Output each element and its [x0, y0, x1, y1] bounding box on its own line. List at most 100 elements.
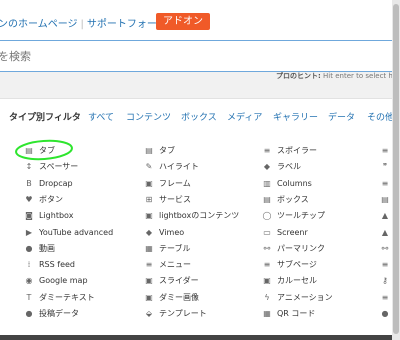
filter-content[interactable]: コンテンツ: [126, 110, 171, 123]
shortcode-label: Screenr: [277, 228, 308, 237]
youtube-icon: ▶: [25, 228, 33, 237]
homepage-link[interactable]: ンのホームページ: [0, 19, 78, 30]
filter-all[interactable]: すべて: [88, 110, 114, 123]
type-filter-bar: タイプ別フィルタ すべて コンテンツ ボックス メディア ギャラリー データ そ…: [0, 98, 400, 133]
addon-button[interactable]: アドオン: [156, 13, 210, 30]
shortcode-item[interactable]: ◉ Google map: [24, 274, 88, 288]
shortcode-item[interactable]: ✎ ハイライト: [144, 160, 199, 174]
list-icon: ≡: [381, 179, 389, 188]
video-icon: ◆: [145, 228, 153, 237]
shortcode-label: ダミー画像: [159, 293, 199, 302]
shortcode-item[interactable]: ◙ Lightbox: [24, 209, 73, 223]
image-icon: ▣: [145, 179, 153, 188]
filter-media[interactable]: メディア: [227, 110, 262, 123]
bolt-icon: ϟ: [264, 293, 270, 302]
box-icon: ▤: [381, 195, 389, 204]
filter-other[interactable]: その他: [367, 110, 394, 123]
shortcode-item[interactable]: ▣ スライダー: [144, 274, 199, 288]
search-input[interactable]: [0, 45, 396, 67]
list-icon: ≡: [381, 293, 389, 302]
shortcode-label: サブページ: [277, 260, 317, 269]
heart-icon: ♥: [25, 195, 33, 204]
shortcode-item[interactable]: ▶ YouTube advanced: [24, 226, 113, 240]
dropcap-icon: B: [26, 179, 32, 188]
shortcode-label: パーマリンク: [277, 244, 325, 253]
pro-tip: プロのヒント: Hit enter to select highlight: [276, 71, 400, 81]
bottom-edge: [0, 335, 392, 340]
shortcode-label: Dropcap: [39, 179, 73, 188]
shortcode-item[interactable]: ◆ Vimeo: [144, 226, 184, 240]
shortcode-label: YouTube advanced: [39, 228, 114, 237]
shortcode-label: メニュー: [159, 260, 191, 269]
play-icon: ●: [25, 244, 33, 253]
shortcode-item[interactable]: ● 動画: [24, 242, 56, 256]
spacer-icon: ↕: [25, 162, 33, 171]
shortcode-label: 投稿データ: [39, 309, 79, 318]
green-highlight-circle: [15, 139, 73, 161]
shortcode-label: lightboxのコンテンツ: [159, 211, 240, 220]
quote-icon: ❞: [382, 162, 388, 171]
shortcode-item[interactable]: ▤ ボックス: [262, 193, 309, 207]
shortcode-item[interactable]: ▣ フレーム: [144, 177, 191, 191]
shortcode-label: ボックス: [277, 195, 309, 204]
shortcode-label: ボタン: [39, 195, 63, 204]
shortcode-item[interactable]: ↕ スペーサー: [24, 160, 79, 174]
filter-box[interactable]: ボックス: [181, 110, 217, 123]
filter-data[interactable]: データ: [328, 110, 355, 123]
shortcode-item[interactable]: ▭ Screenr: [262, 226, 308, 240]
image-icon: ▣: [263, 276, 271, 285]
shortcode-item[interactable]: B Dropcap: [24, 177, 73, 191]
list-icon: ≡: [263, 260, 271, 269]
shortcode-label: ハイライト: [159, 162, 199, 171]
pencil-icon: ✎: [145, 162, 153, 171]
shortcode-item[interactable]: T ダミーテキスト: [24, 291, 95, 305]
shortcode-item[interactable]: ▦ QR コード: [262, 307, 315, 321]
shortcode-item[interactable]: ▦ テーブル: [144, 242, 190, 256]
shortcode-item[interactable]: ◆ ラベル: [262, 160, 301, 174]
image-icon: ▣: [145, 276, 153, 285]
shortcode-item[interactable]: ▥ Columns: [262, 177, 312, 191]
top-bar: ンのホームページ|サポートフォーラム| アドオン: [0, 0, 400, 42]
columns-icon: ▥: [263, 179, 271, 188]
shortcode-item[interactable]: ⊞ サービス: [144, 193, 191, 207]
link-icon: ⚯: [381, 244, 389, 253]
shortcode-item[interactable]: ◯ ツールチップ: [262, 209, 325, 223]
shortcode-label: ダミーテキスト: [39, 293, 95, 302]
shortcode-item[interactable]: ⁞ RSS feed: [24, 258, 75, 272]
shortcode-label: 動画: [39, 244, 55, 253]
shortcode-label: アニメーション: [277, 293, 333, 302]
link-separator: |: [80, 19, 84, 30]
lock-icon: ▲: [381, 211, 389, 220]
shortcode-label: テンプレート: [159, 309, 207, 318]
shortcode-item[interactable]: ▤ タブ: [144, 144, 175, 158]
shortcode-list: ▤ タブ ↕ スペーサー B Dropcap ♥ ボタン ◙ Lightbox ▶ YouTube a…: [0, 131, 400, 340]
pro-tip-text: Hit enter to select highlight: [323, 72, 400, 80]
shortcode-label: カルーセル: [277, 276, 317, 285]
shortcode-item[interactable]: ⬙ テンプレート: [144, 307, 207, 321]
info-icon: ●: [381, 309, 389, 318]
scrollbar-thumb[interactable]: [393, 4, 399, 334]
shortcode-label: スライダー: [159, 276, 199, 285]
shortcode-item[interactable]: ≡ サブページ: [262, 258, 317, 272]
shortcode-item[interactable]: ≡ メニュー: [144, 258, 191, 272]
shortcode-item[interactable]: ⚯ パーマリンク: [262, 242, 325, 256]
scrollbar[interactable]: [392, 0, 400, 340]
shortcode-label: Lightbox: [39, 211, 74, 220]
shortcode-item[interactable]: ≡ スポイラー: [262, 144, 317, 158]
info-icon: ●: [25, 309, 33, 318]
box-icon: ▤: [263, 195, 271, 204]
shortcode-item[interactable]: ● 投稿データ: [24, 307, 80, 321]
shortcode-label: QR コード: [277, 309, 316, 318]
search-box: [0, 40, 400, 72]
list-icon: ≡: [263, 146, 271, 155]
shortcode-label: フレーム: [159, 179, 191, 188]
shortcode-item[interactable]: ▣ ダミー画像: [144, 291, 199, 305]
shortcode-item[interactable]: ϟ アニメーション: [262, 291, 333, 305]
plus-square-icon: ⊞: [145, 195, 153, 204]
shortcode-item[interactable]: ♥ ボタン: [24, 193, 63, 207]
shortcode-item[interactable]: ▣ カルーセル: [262, 274, 317, 288]
filter-gallery[interactable]: ギャラリー: [273, 110, 318, 123]
shortcode-label: ラベル: [277, 162, 301, 171]
shortcode-item[interactable]: ▣ lightboxのコンテンツ: [144, 209, 239, 223]
comment-icon: ◯: [262, 211, 272, 220]
